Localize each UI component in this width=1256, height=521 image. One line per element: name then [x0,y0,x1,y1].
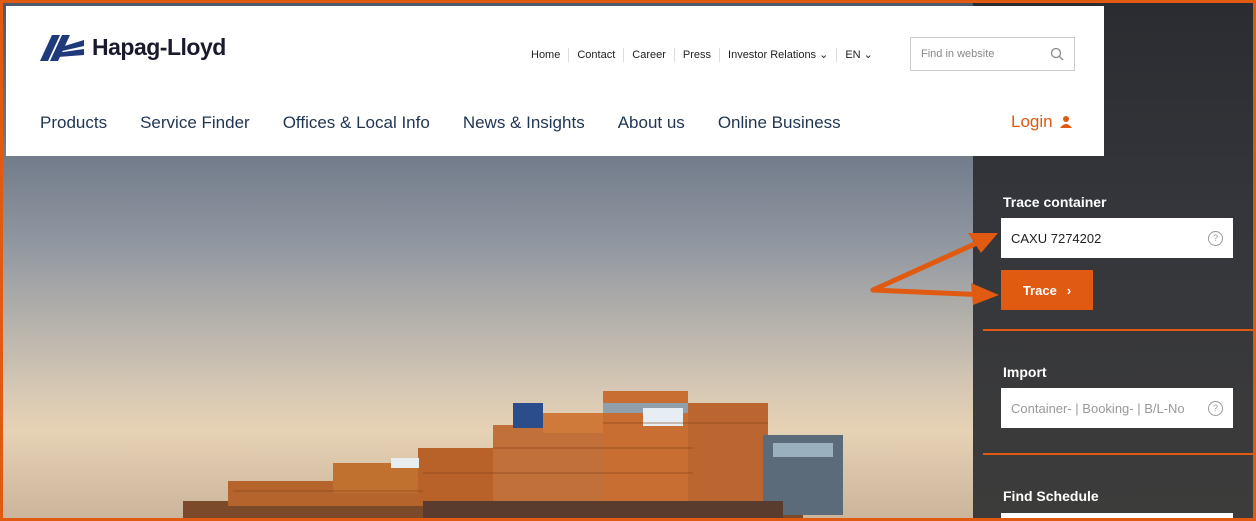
page-frame: Hapag-Lloyd Home Contact Career Press In… [0,0,1256,521]
annotation-arrows [870,233,999,305]
